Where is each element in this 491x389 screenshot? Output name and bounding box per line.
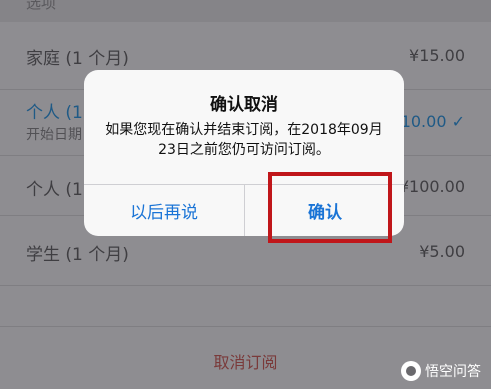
alert-title: 确认取消: [210, 95, 278, 115]
plan-label: 个人 (1: [26, 180, 83, 200]
wukong-logo-icon: [401, 361, 421, 381]
plan-price: ¥5.00: [419, 242, 465, 261]
alert-message: 如果您现在确认并结束订阅，在2018年09月23日之前您仍可访问订阅。: [105, 122, 383, 158]
section-header-label: 选项: [26, 0, 57, 12]
later-button[interactable]: 以后再说: [84, 185, 244, 236]
section-header: 选项: [0, 0, 491, 22]
plan-price: ¥100.00: [398, 177, 465, 196]
highlight-annotation-box: [268, 172, 392, 243]
plan-label: 个人 (1: [26, 103, 83, 123]
plan-price: ¥15.00: [409, 46, 465, 65]
watermark: 悟空问答: [401, 361, 481, 381]
plan-label: 学生 (1 个月): [26, 245, 129, 265]
plan-label: 家庭 (1 个月): [26, 49, 129, 69]
watermark-text: 悟空问答: [425, 364, 481, 380]
spacer-row: [0, 286, 491, 326]
plan-start-date: 开始日期: [26, 127, 82, 143]
